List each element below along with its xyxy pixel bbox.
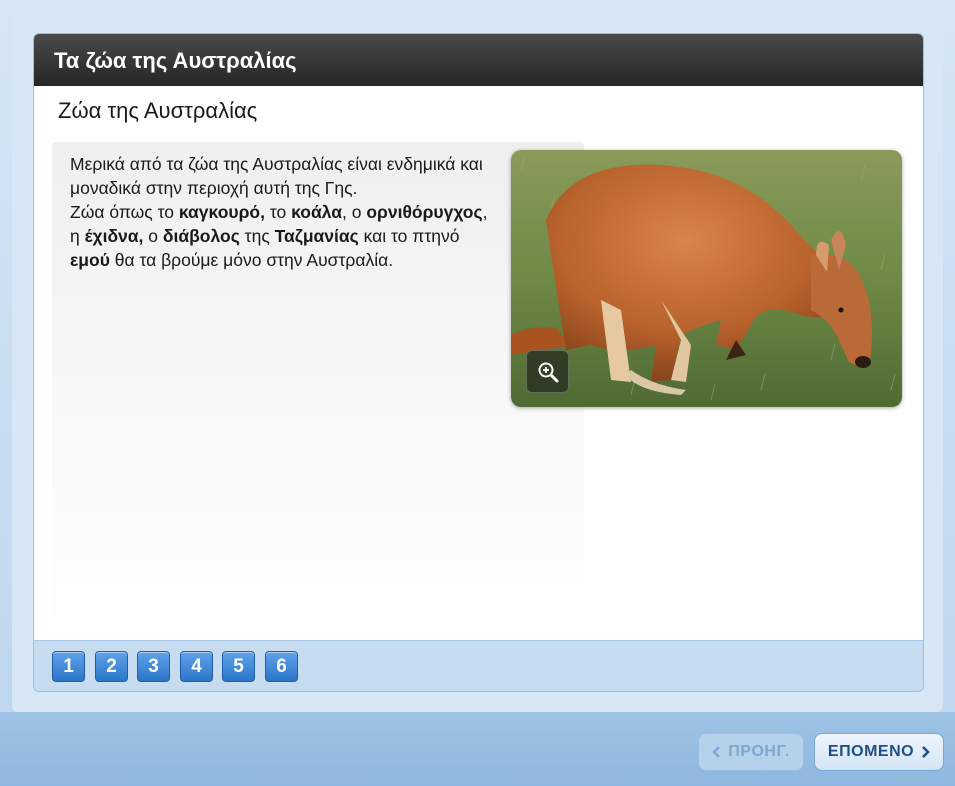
body-text: Μερικά από τα ζώα της Αυστραλίας είναι ε…: [70, 152, 494, 272]
page-button-5[interactable]: 5: [222, 651, 255, 682]
kangaroo-term: καγκουρό,: [178, 202, 265, 222]
text-run: θα τα βρούμε μόνο στην Αυστραλία.: [109, 250, 394, 270]
page-navigation: 1 2 3 4 5 6: [34, 640, 923, 691]
page-button-1[interactable]: 1: [52, 651, 85, 682]
text-run: ο: [143, 226, 163, 246]
next-label: ΕΠΟΜΕΝΟ: [827, 743, 915, 760]
page-button-2[interactable]: 2: [95, 651, 128, 682]
kangaroo-illustration: [511, 150, 902, 407]
zoom-button[interactable]: [526, 350, 569, 393]
intro-text: Μερικά από τα ζώα της Αυστραλίας είναι ε…: [70, 154, 483, 198]
zoom-in-icon: [538, 362, 558, 382]
panel-title: Τα ζώα της Αυστραλίας: [34, 34, 923, 86]
kangaroo-image[interactable]: [511, 150, 902, 407]
text-run: , ο: [342, 202, 367, 222]
previous-label: ΠΡΟΗΓ.: [728, 743, 790, 760]
page-title: Ζώα της Αυστραλίας: [58, 98, 258, 123]
next-button[interactable]: ΕΠΟΜΕΝΟ: [814, 733, 944, 771]
echidna-term: έχιδνα,: [84, 226, 144, 246]
text-run: και το πτηνό: [358, 226, 460, 246]
koala-term: κοάλα: [291, 202, 343, 222]
platypus-term: ορνιθόρυγχος: [366, 202, 483, 222]
text-run: Ζώα όπως το: [70, 202, 179, 222]
tasmania-term: Ταζμανίας: [274, 226, 359, 246]
devil-term: διάβολος: [162, 226, 240, 246]
chevron-left-icon: [712, 746, 721, 758]
emu-term: εμού: [70, 250, 110, 270]
navigation-bar: [0, 712, 955, 786]
chevron-right-icon: [922, 746, 930, 758]
lesson-panel: Τα ζώα της Αυστραλίας Ζώα της Αυστραλίας…: [33, 33, 924, 692]
page-button-3[interactable]: 3: [137, 651, 170, 682]
page-button-6[interactable]: 6: [265, 651, 298, 682]
previous-button[interactable]: ΠΡΟΗΓ.: [698, 733, 804, 771]
page-button-4[interactable]: 4: [180, 651, 213, 682]
text-run: το: [264, 202, 292, 222]
text-run: της: [239, 226, 275, 246]
